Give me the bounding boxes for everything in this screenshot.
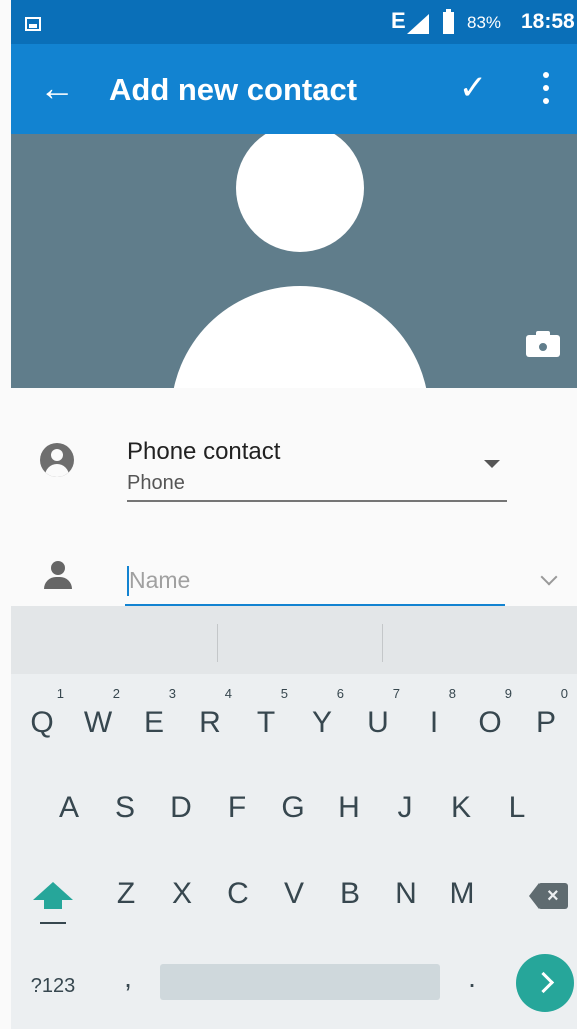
account-type-subtitle[interactable]: Phone (127, 472, 185, 495)
key-v[interactable]: V (268, 864, 320, 924)
key-q[interactable]: Q1 (16, 687, 68, 753)
key-c[interactable]: C (212, 864, 264, 924)
account-underline (127, 500, 507, 502)
image-notification-icon (25, 17, 41, 31)
status-bar: E 83% 18:58 (11, 0, 577, 44)
delete-key[interactable]: × (529, 883, 569, 909)
contact-photo-area[interactable] (11, 134, 577, 388)
key-f[interactable]: F (211, 778, 263, 838)
key-o[interactable]: O9 (464, 687, 516, 753)
space-key[interactable] (160, 964, 440, 1000)
period-key[interactable]: . (457, 962, 487, 1002)
text-cursor (127, 566, 129, 596)
key-a[interactable]: A (43, 778, 95, 838)
key-w[interactable]: W2 (72, 687, 124, 753)
key-p[interactable]: P0 (520, 687, 572, 753)
key-s[interactable]: S (99, 778, 151, 838)
suggestion-strip[interactable] (11, 606, 577, 674)
key-k[interactable]: K (435, 778, 487, 838)
arrow-left-icon: ← (39, 67, 75, 108)
key-h[interactable]: H (323, 778, 375, 838)
key-u[interactable]: U7 (352, 687, 404, 753)
key-t[interactable]: T5 (240, 687, 292, 753)
battery-icon (443, 9, 454, 34)
screen: E 83% 18:58 ← Add new contact ✓ Phone co… (0, 0, 577, 1029)
next-key[interactable] (516, 954, 574, 1012)
avatar-placeholder-body (171, 286, 429, 388)
key-j[interactable]: J (379, 778, 431, 838)
key-i[interactable]: I8 (408, 687, 460, 753)
key-n[interactable]: N (380, 864, 432, 924)
back-button[interactable]: ← (35, 66, 79, 110)
dropdown-arrow-icon[interactable] (484, 460, 500, 468)
chevron-down-icon[interactable] (541, 571, 557, 587)
network-type: E (391, 8, 406, 33)
key-l[interactable]: L (491, 778, 543, 838)
shift-arrow-icon (33, 882, 73, 900)
key-m[interactable]: M (436, 864, 488, 924)
key-y[interactable]: Y6 (296, 687, 348, 753)
key-x[interactable]: X (156, 864, 208, 924)
app-bar: ← Add new contact ✓ (11, 44, 577, 134)
signal-icon (407, 14, 429, 34)
soft-keyboard: Q1 W2 E3 R4 T5 Y6 U7 I8 O9 P0 A S D F G … (11, 606, 577, 1029)
key-r[interactable]: R4 (184, 687, 236, 753)
symbols-key[interactable]: ?123 (23, 966, 83, 1006)
shift-key[interactable] (31, 876, 75, 932)
save-button[interactable]: ✓ (451, 66, 495, 110)
name-input[interactable] (125, 558, 510, 602)
checkmark-icon: ✓ (458, 69, 488, 107)
key-z[interactable]: Z (100, 864, 152, 924)
more-vert-icon (543, 72, 549, 78)
key-e[interactable]: E3 (128, 687, 180, 753)
page-title: Add new contact (109, 72, 358, 107)
contact-form: Phone contact Phone (11, 388, 577, 616)
account-type-label[interactable]: Phone contact (127, 438, 280, 466)
comma-key[interactable]: , (113, 962, 143, 1002)
camera-icon[interactable] (526, 330, 560, 357)
person-icon (44, 561, 72, 591)
battery-percent: 83% (467, 13, 502, 32)
key-g[interactable]: G (267, 778, 319, 838)
key-d[interactable]: D (155, 778, 207, 838)
avatar-placeholder-head (236, 134, 364, 252)
more-options-button[interactable] (531, 66, 561, 110)
clock: 18:58 (521, 10, 575, 33)
account-circle-icon (40, 443, 74, 477)
name-field[interactable] (125, 558, 510, 606)
key-b[interactable]: B (324, 864, 376, 924)
